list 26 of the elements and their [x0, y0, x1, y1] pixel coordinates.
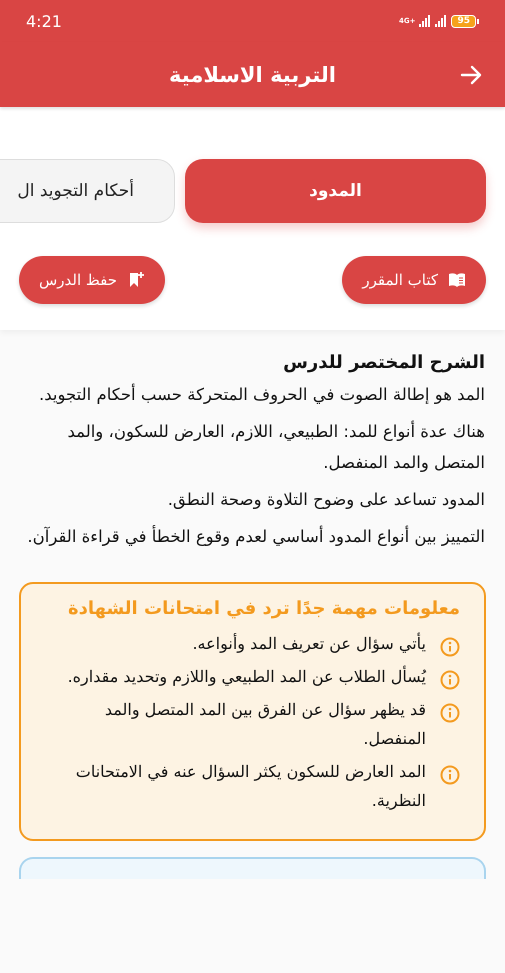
battery-icon: 95: [451, 14, 479, 28]
book-icon: [448, 271, 466, 289]
tip-text: المد العارض للسكون يكثر السؤال عنه في الامتحانات النظرية.: [74, 761, 426, 812]
bookmark-plus-icon: [127, 271, 146, 289]
card-title: معلومات مهمة جدًا ترد في امتحانات الشهادة: [66, 598, 460, 619]
page-title: التربية الاسلامية: [169, 62, 336, 86]
tip-text: يُسأل الطلاب عن المد الطبيعي واللازم وتحديد مقداره.: [68, 664, 426, 688]
textbook-button[interactable]: كتاب المقرر: [342, 256, 486, 304]
info-icon: [440, 637, 460, 657]
tab[interactable]: المدود: [185, 159, 486, 223]
signal-icon: [419, 15, 432, 27]
tip-text: قد يظهر سؤال عن الفرق بين المد المتصل والمد المنفصل.: [104, 699, 426, 750]
info-icon: [440, 703, 460, 723]
paragraph: المد هو إطالة الصوت في الحروف المتحركة حسب أحكام التجويد.: [38, 382, 485, 406]
signal-icon: [435, 15, 448, 27]
info-icon: [440, 670, 460, 690]
tip-text: يأتي سؤال عن تعريف المد وأنواعه.: [192, 632, 426, 655]
paragraph: التمييز بين أنواع المدود أساسي لعدم وقوع الخطأ في قراءة القرآن.: [26, 524, 485, 548]
section-heading: الشرح المختصر للدرس: [282, 352, 485, 373]
info-icon: [440, 765, 460, 785]
tab[interactable]: أحكام التجويد ال: [0, 159, 175, 223]
paragraph: المدود تساعد على وضوح التلاوة وصحة النطق.: [166, 489, 485, 511]
clock: 4:21: [26, 12, 62, 30]
arrow-icon: [459, 63, 483, 87]
save-lesson-button[interactable]: حفظ الدرس: [19, 256, 166, 304]
paragraph: هناك عدة أنواع للمد: الطبيعي، اللازم، العارض للسكون، والمد المتصل والمد المنفصل.: [66, 420, 485, 474]
